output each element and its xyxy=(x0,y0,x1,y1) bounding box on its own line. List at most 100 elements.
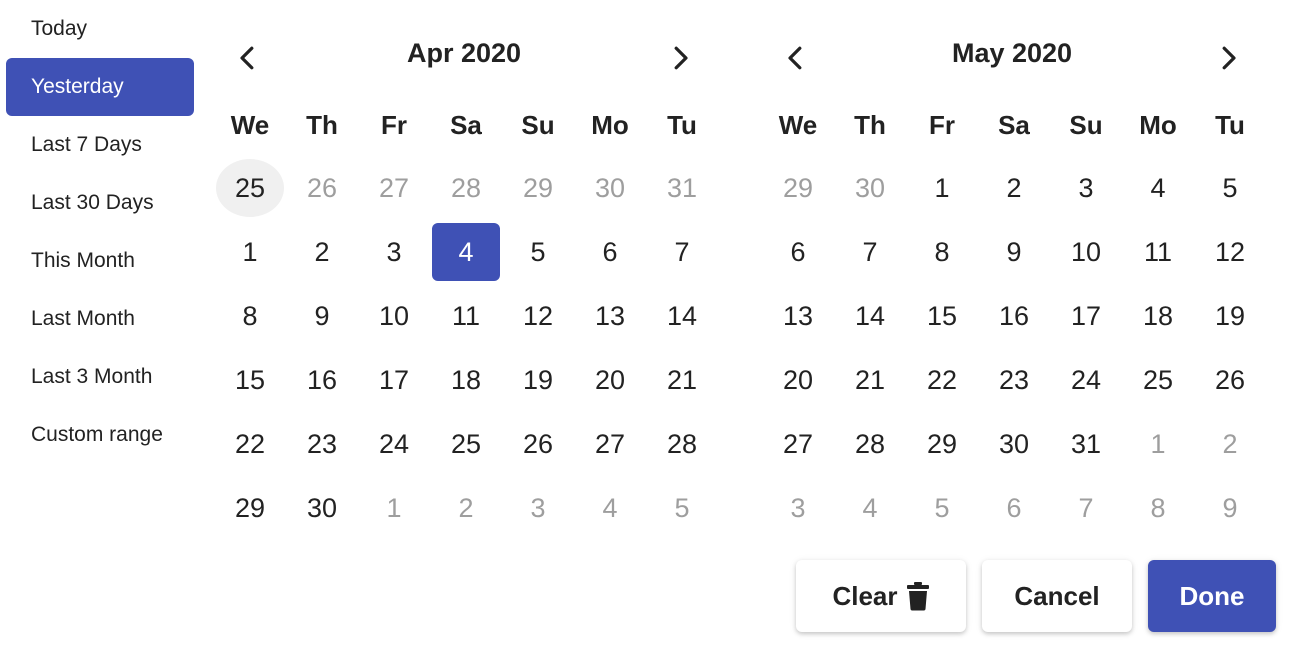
day-cell[interactable]: 1 xyxy=(358,476,430,540)
day-cell[interactable]: 23 xyxy=(978,348,1050,412)
day-cell[interactable]: 6 xyxy=(762,220,834,284)
day-cell[interactable]: 19 xyxy=(1194,284,1266,348)
day-cell[interactable]: 10 xyxy=(1050,220,1122,284)
day-cell[interactable]: 1 xyxy=(1122,412,1194,476)
day-cell[interactable]: 9 xyxy=(1194,476,1266,540)
day-cell[interactable]: 30 xyxy=(574,156,646,220)
cancel-button[interactable]: Cancel xyxy=(982,560,1132,632)
day-cell[interactable]: 9 xyxy=(978,220,1050,284)
day-cell[interactable]: 10 xyxy=(358,284,430,348)
preset-today[interactable]: Today xyxy=(6,0,194,58)
day-cell[interactable]: 29 xyxy=(906,412,978,476)
day-cell[interactable]: 2 xyxy=(978,156,1050,220)
day-cell[interactable]: 21 xyxy=(834,348,906,412)
day-cell[interactable]: 4 xyxy=(574,476,646,540)
day-cell[interactable]: 14 xyxy=(834,284,906,348)
selected-day-cell[interactable]: 4 xyxy=(430,220,502,284)
day-cell[interactable]: 3 xyxy=(502,476,574,540)
day-cell[interactable]: 26 xyxy=(1194,348,1266,412)
day-cell[interactable]: 19 xyxy=(502,348,574,412)
day-cell[interactable]: 25 xyxy=(1122,348,1194,412)
day-cell[interactable]: 5 xyxy=(502,220,574,284)
day-cell[interactable]: 26 xyxy=(502,412,574,476)
day-cell[interactable]: 24 xyxy=(1050,348,1122,412)
day-cell[interactable]: 12 xyxy=(502,284,574,348)
day-cell[interactable]: 11 xyxy=(430,284,502,348)
day-cell[interactable]: 18 xyxy=(1122,284,1194,348)
next-month-button[interactable] xyxy=(1204,34,1252,82)
day-cell[interactable]: 26 xyxy=(286,156,358,220)
prev-month-button[interactable] xyxy=(224,34,272,82)
day-cell[interactable]: 7 xyxy=(646,220,718,284)
preset-yesterday[interactable]: Yesterday xyxy=(6,58,194,116)
day-cell[interactable]: 8 xyxy=(906,220,978,284)
day-cell[interactable]: 29 xyxy=(214,476,286,540)
day-cell[interactable]: 16 xyxy=(286,348,358,412)
day-cell[interactable]: 31 xyxy=(646,156,718,220)
day-cell[interactable]: 5 xyxy=(906,476,978,540)
day-cell[interactable]: 2 xyxy=(1194,412,1266,476)
day-cell[interactable]: 13 xyxy=(762,284,834,348)
day-cell[interactable]: 27 xyxy=(762,412,834,476)
day-cell[interactable]: 23 xyxy=(286,412,358,476)
next-month-button[interactable] xyxy=(656,34,704,82)
preset-last-7-days[interactable]: Last 7 Days xyxy=(6,116,194,174)
day-cell[interactable]: 24 xyxy=(358,412,430,476)
day-cell[interactable]: 25 xyxy=(430,412,502,476)
day-cell[interactable]: 30 xyxy=(978,412,1050,476)
day-cell[interactable]: 9 xyxy=(286,284,358,348)
day-cell[interactable]: 27 xyxy=(574,412,646,476)
prev-month-button[interactable] xyxy=(772,34,820,82)
day-cell[interactable]: 22 xyxy=(906,348,978,412)
day-cell[interactable]: 1 xyxy=(906,156,978,220)
day-cell[interactable]: 11 xyxy=(1122,220,1194,284)
day-cell[interactable]: 1 xyxy=(214,220,286,284)
day-cell[interactable]: 4 xyxy=(1122,156,1194,220)
day-cell[interactable]: 28 xyxy=(646,412,718,476)
day-cell[interactable]: 14 xyxy=(646,284,718,348)
day-cell[interactable]: 2 xyxy=(286,220,358,284)
clear-button[interactable]: Clear xyxy=(796,560,966,632)
day-cell[interactable]: 13 xyxy=(574,284,646,348)
day-cell[interactable]: 5 xyxy=(1194,156,1266,220)
preset-last-30-days[interactable]: Last 30 Days xyxy=(6,174,194,232)
day-cell[interactable]: 7 xyxy=(834,220,906,284)
day-cell[interactable]: 6 xyxy=(574,220,646,284)
day-cell[interactable]: 21 xyxy=(646,348,718,412)
day-cell[interactable]: 31 xyxy=(1050,412,1122,476)
preset-this-month[interactable]: This Month xyxy=(6,232,194,290)
day-cell[interactable]: 5 xyxy=(646,476,718,540)
preset-custom-range[interactable]: Custom range xyxy=(6,406,194,464)
day-cell[interactable]: 29 xyxy=(762,156,834,220)
day-cell[interactable]: 20 xyxy=(762,348,834,412)
day-cell[interactable]: 3 xyxy=(762,476,834,540)
day-cell[interactable]: 15 xyxy=(214,348,286,412)
day-cell[interactable]: 6 xyxy=(978,476,1050,540)
day-cell[interactable]: 8 xyxy=(214,284,286,348)
day-cell[interactable]: 18 xyxy=(430,348,502,412)
day-cell[interactable]: 8 xyxy=(1122,476,1194,540)
day-number: 5 xyxy=(530,236,546,267)
day-cell[interactable]: 16 xyxy=(978,284,1050,348)
day-cell[interactable]: 4 xyxy=(834,476,906,540)
today-day-cell[interactable]: 25 xyxy=(214,156,286,220)
day-cell[interactable]: 3 xyxy=(358,220,430,284)
day-cell[interactable]: 7 xyxy=(1050,476,1122,540)
day-cell[interactable]: 3 xyxy=(1050,156,1122,220)
done-button[interactable]: Done xyxy=(1148,560,1276,632)
day-cell[interactable]: 20 xyxy=(574,348,646,412)
day-cell[interactable]: 17 xyxy=(358,348,430,412)
day-cell[interactable]: 30 xyxy=(834,156,906,220)
day-cell[interactable]: 30 xyxy=(286,476,358,540)
day-cell[interactable]: 15 xyxy=(906,284,978,348)
day-cell[interactable]: 29 xyxy=(502,156,574,220)
day-cell[interactable]: 12 xyxy=(1194,220,1266,284)
day-cell[interactable]: 28 xyxy=(430,156,502,220)
day-cell[interactable]: 22 xyxy=(214,412,286,476)
day-cell[interactable]: 27 xyxy=(358,156,430,220)
preset-last-3-month[interactable]: Last 3 Month xyxy=(6,348,194,406)
preset-last-month[interactable]: Last Month xyxy=(6,290,194,348)
day-cell[interactable]: 17 xyxy=(1050,284,1122,348)
day-cell[interactable]: 2 xyxy=(430,476,502,540)
day-cell[interactable]: 28 xyxy=(834,412,906,476)
